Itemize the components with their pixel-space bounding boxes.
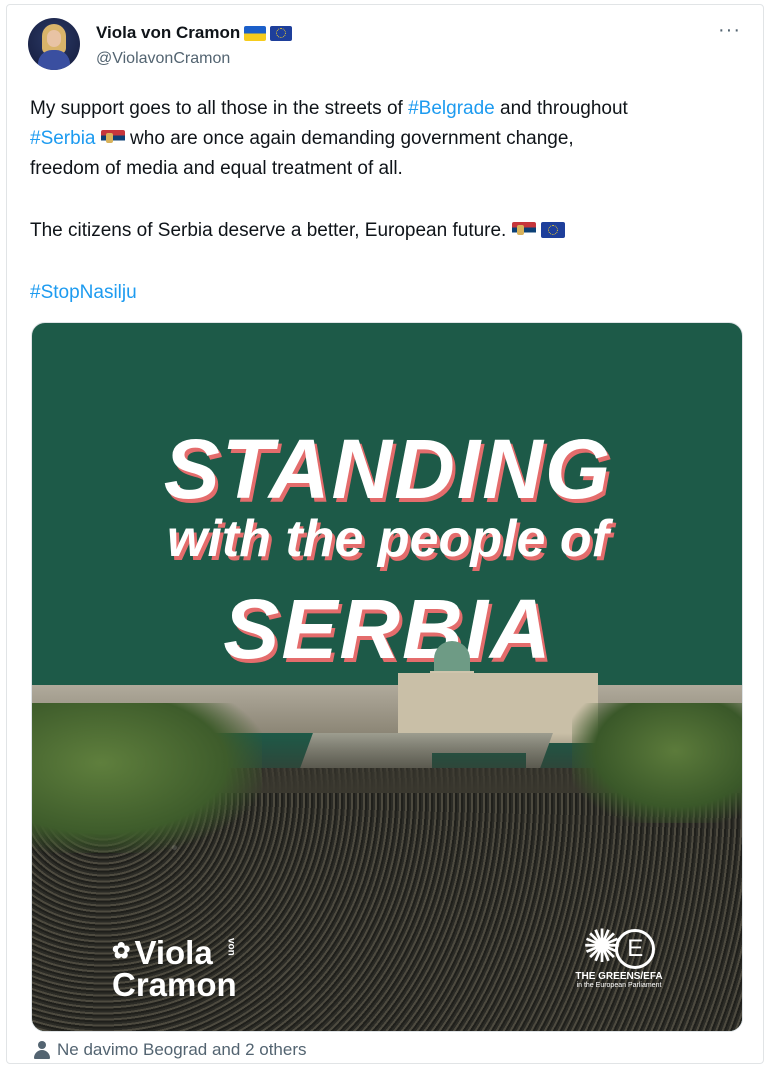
eu-flag-icon — [270, 25, 293, 41]
tagged-people[interactable]: Ne davimo Beograd and 2 others — [33, 1040, 307, 1060]
tweet-text-line-4: The citizens of Serbia deserve a better,… — [30, 216, 742, 246]
e-circle-icon: E — [615, 929, 656, 969]
tweet-text-line-3: freedom of media and equal treatment of … — [30, 158, 403, 179]
text-span: The citizens of Serbia deserve a better,… — [30, 220, 507, 241]
logo-text: von — [225, 938, 237, 956]
logo-caption: in the European Parliament — [576, 982, 662, 989]
hashtag-serbia[interactable]: #Serbia — [30, 128, 96, 149]
text-span: My support goes to all those in the stre… — [30, 98, 409, 119]
text-span: who are once again demanding government … — [124, 128, 574, 149]
person-icon — [33, 1041, 51, 1059]
avatar-body — [38, 50, 70, 70]
green-band — [32, 669, 742, 685]
tweet-text-line-1: My support goes to all those in the stre… — [30, 94, 742, 124]
ukraine-flag-icon — [244, 25, 267, 41]
hashtag-belgrade[interactable]: #Belgrade — [408, 98, 495, 119]
avatar-face — [47, 30, 61, 47]
headline-with-the-people-of: with the people of — [167, 510, 609, 568]
logo-caption: THE GREENS/EFA — [575, 971, 663, 982]
headline-serbia: SERBIA — [223, 582, 553, 676]
logo-text: Cramon — [112, 966, 237, 1003]
avatar[interactable] — [28, 18, 80, 70]
headline-standing: STANDING — [163, 422, 613, 516]
author-name[interactable]: Viola von Cramon — [96, 23, 240, 43]
text-span: and throughout — [494, 98, 628, 119]
serbia-flag-icon — [511, 222, 536, 238]
trees-left — [32, 703, 262, 853]
more-options-icon[interactable]: ··· — [718, 20, 741, 40]
tweet-text-line-2: #Serbia who are once again demanding gov… — [30, 124, 742, 154]
hashtag-stopnasilju[interactable]: #StopNasilju — [30, 282, 137, 303]
crowd-photo: ✿ Viola von Cramon ✺ E THE GREENS/EFA in th… — [32, 641, 742, 1031]
tweet-text-line-5: #StopNasilju — [30, 278, 742, 308]
author-name-row[interactable]: Viola von Cramon — [96, 23, 293, 43]
serbia-flag-icon — [100, 130, 125, 146]
trees-right — [572, 703, 742, 823]
media-image[interactable]: STANDING with the people of SERBIA ✿ Viol… — [31, 322, 743, 1032]
tagged-label[interactable]: Ne davimo Beograd and 2 others — [57, 1040, 307, 1060]
eu-flag-icon — [540, 222, 565, 238]
greens-efa-logo: ✺ E THE GREENS/EFA in the European Parlia… — [564, 923, 674, 989]
flower-icon: ✿ — [112, 938, 131, 963]
author-handle[interactable]: @ViolavonCramon — [96, 50, 230, 68]
viola-von-cramon-logo: ✿ Viola von Cramon — [112, 935, 247, 1001]
